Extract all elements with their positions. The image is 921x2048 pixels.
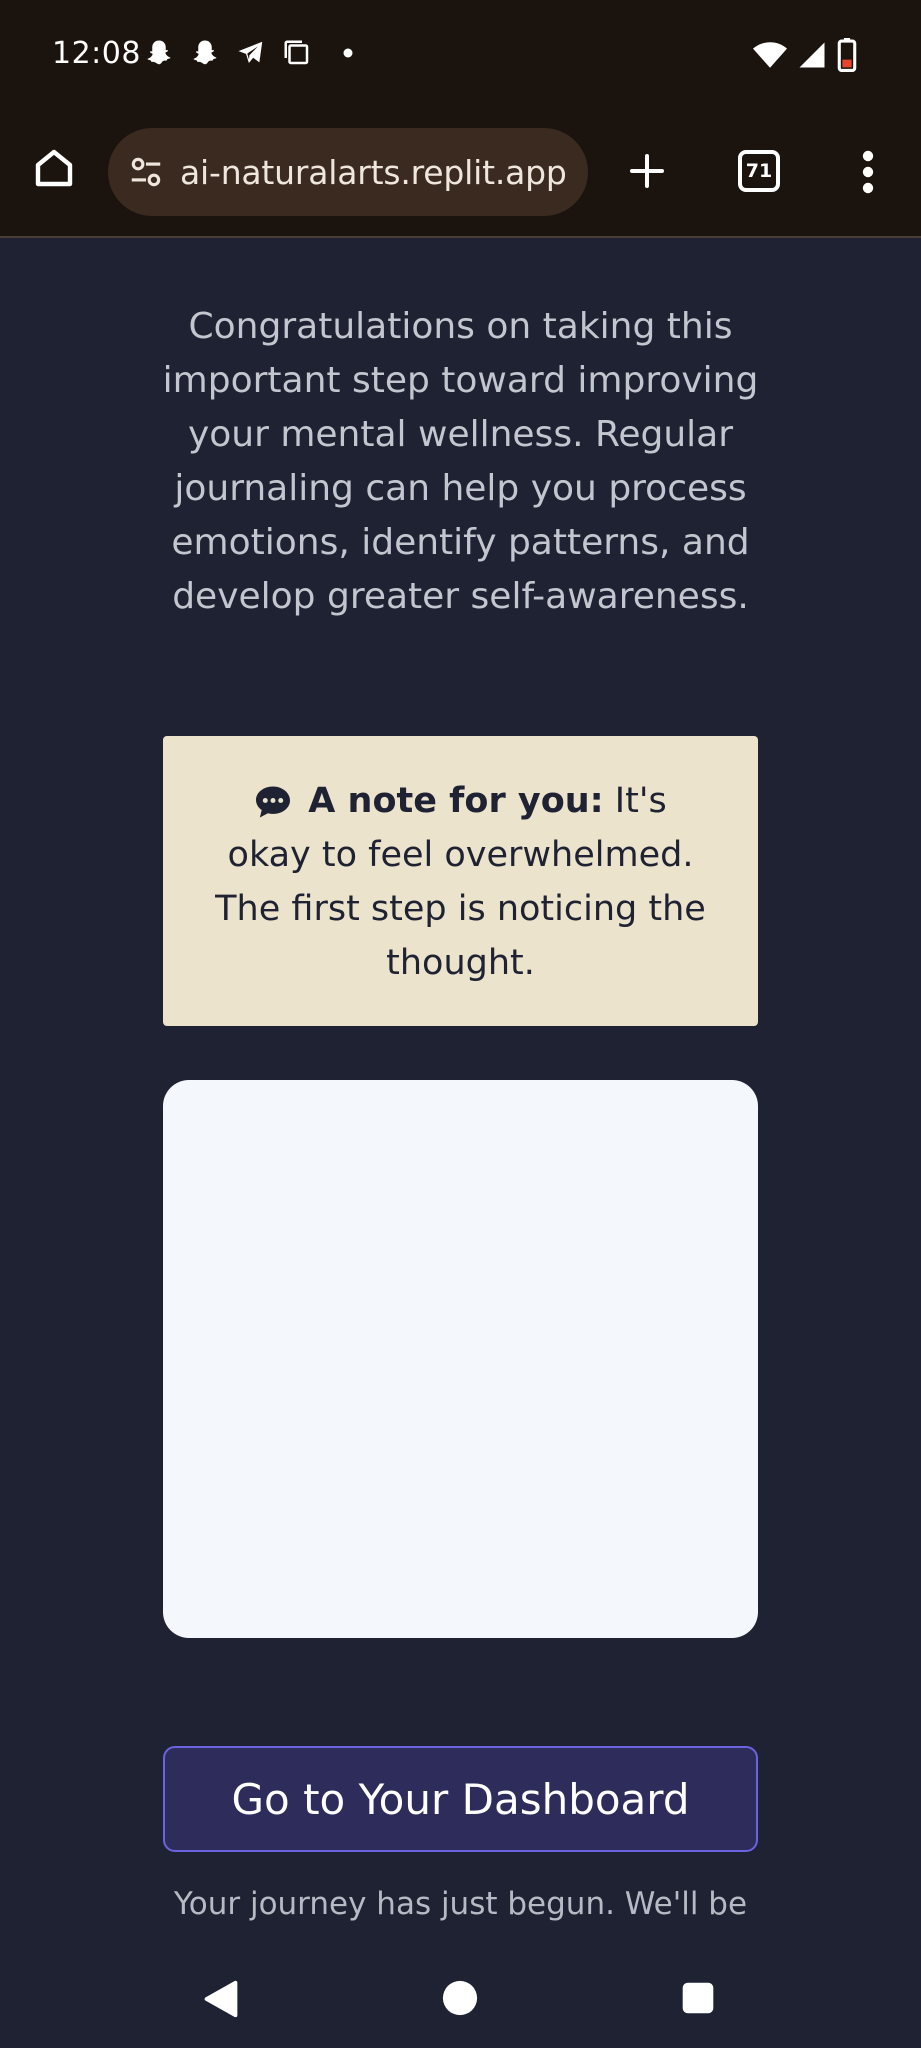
system-icons (753, 38, 857, 72)
address-bar[interactable]: ai-naturalarts.replit.app (108, 128, 588, 216)
wifi-icon (753, 40, 787, 70)
note-box: A note for you: It's okay to feel overwh… (163, 736, 758, 1026)
screenshot-icon (282, 38, 312, 68)
dot-icon (342, 47, 354, 59)
more-options-icon[interactable] (846, 146, 890, 198)
system-nav-bar (0, 1948, 921, 2048)
telegram-icon (236, 38, 266, 68)
browser-toolbar: ai-naturalarts.replit.app 71 (0, 112, 921, 238)
journal-card (163, 1080, 758, 1638)
recents-icon[interactable] (680, 1980, 716, 2016)
snapchat-icon (144, 38, 174, 68)
status-time: 12:08 (52, 36, 141, 71)
new-tab-icon[interactable] (622, 146, 672, 196)
footer-text: Your journey has just begun. We'll be (173, 1886, 748, 1922)
go-to-dashboard-button[interactable]: Go to Your Dashboard (163, 1746, 758, 1852)
notification-icons (144, 38, 354, 68)
cellular-signal-icon (797, 40, 827, 70)
speech-bubble-icon (254, 781, 292, 818)
home-icon[interactable] (28, 142, 80, 194)
tab-switcher-button[interactable]: 71 (738, 150, 780, 192)
home-icon[interactable] (440, 1978, 480, 2018)
note-label: A note for you: (308, 781, 604, 821)
intro-text: Congratulations on taking this important… (162, 306, 759, 617)
snapchat-icon (190, 38, 220, 68)
back-icon[interactable] (200, 1978, 242, 2020)
site-settings-icon[interactable] (124, 150, 168, 194)
url-text[interactable]: ai-naturalarts.replit.app (180, 153, 567, 192)
battery-low-icon (837, 38, 857, 72)
status-bar: 12:08 (0, 0, 921, 112)
